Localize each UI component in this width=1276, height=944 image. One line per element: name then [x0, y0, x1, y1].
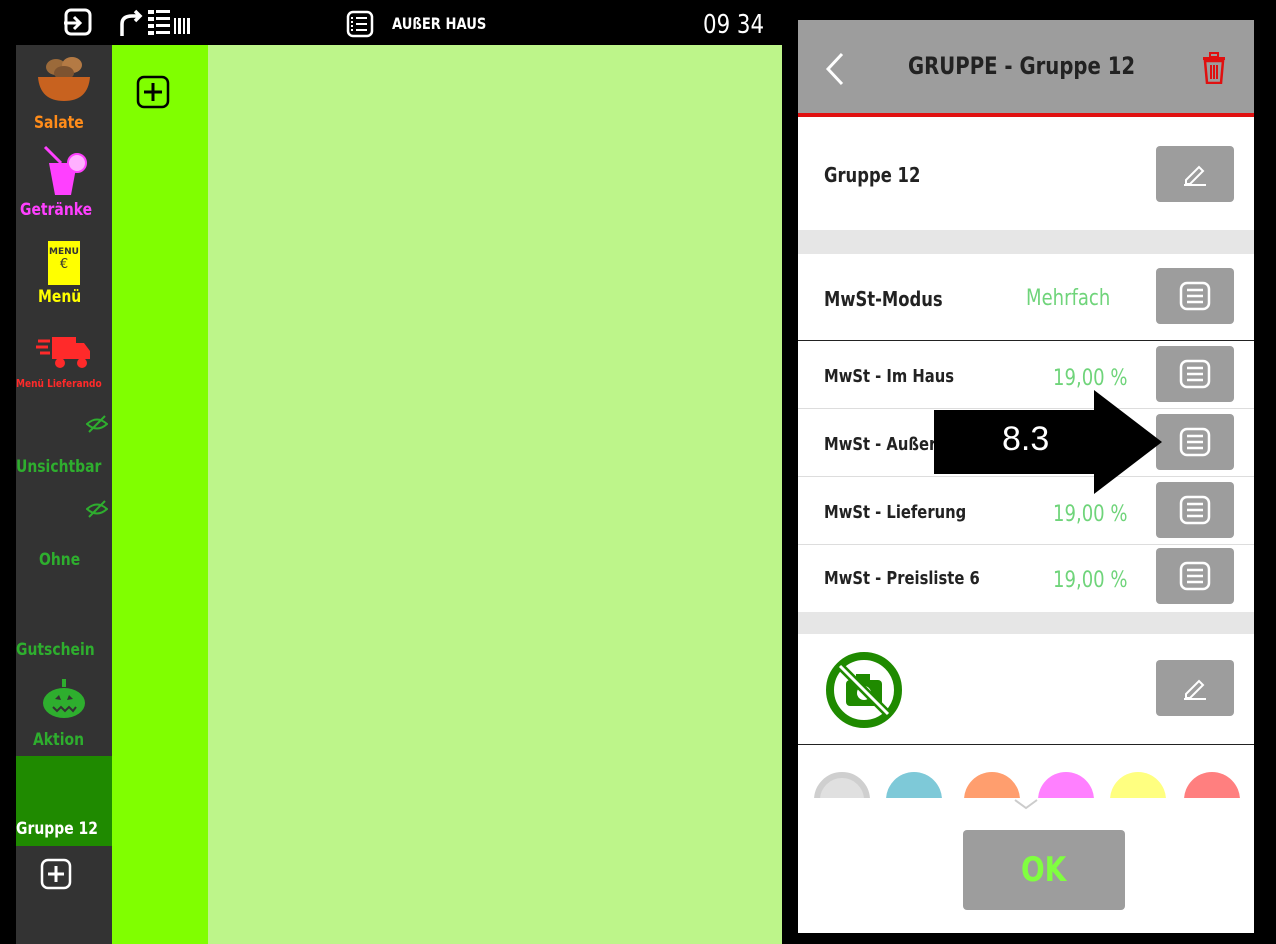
category-gutschein[interactable]: Gutschein	[16, 640, 112, 660]
add-item-button[interactable]	[136, 75, 170, 113]
hidden-eye-icon	[85, 415, 109, 437]
plus-icon	[40, 858, 72, 890]
color-swatch[interactable]	[1184, 772, 1240, 798]
tax-row-list-button[interactable]	[1156, 346, 1234, 402]
category-getraenke-label: Getränke	[20, 200, 93, 220]
item-column	[112, 45, 208, 944]
menu-card-icon: MENU €	[48, 237, 80, 285]
tax-row-list-button[interactable]	[1156, 482, 1234, 538]
dialog-header: GRUPPE - Gruppe 12	[798, 20, 1254, 117]
order-mode-label: AUßER HAUS	[392, 14, 487, 33]
color-swatch[interactable]	[1110, 772, 1166, 798]
ok-button[interactable]: OK	[963, 830, 1125, 910]
drink-icon	[43, 145, 87, 195]
tax-row-label: MwSt - Preisliste 6	[824, 568, 980, 589]
category-ohne[interactable]: Ohne	[16, 550, 112, 570]
tax-row-value: 19,00 %	[1053, 568, 1128, 593]
category-menue[interactable]: MENU €	[16, 237, 112, 285]
tax-row-label: MwSt - Lieferung	[824, 502, 967, 523]
section-divider	[798, 612, 1254, 634]
edit-image-button[interactable]	[1156, 660, 1234, 716]
category-unsichtbar[interactable]: Unsichtbar	[16, 457, 112, 477]
list-icon	[1179, 359, 1211, 389]
category-gruppe-12[interactable]: Gruppe 12	[16, 819, 112, 839]
pencil-icon	[1184, 679, 1206, 700]
delivery-truck-icon	[36, 337, 90, 368]
tax-row-value: 19,00 %	[1053, 366, 1128, 391]
category-menue-lieferando[interactable]	[16, 333, 112, 373]
plus-icon	[136, 75, 170, 109]
category-aktion-label: Aktion	[32, 730, 84, 750]
category-aktion[interactable]	[16, 679, 112, 723]
category-salate-label: Salate	[33, 113, 84, 133]
add-category-button[interactable]	[40, 858, 72, 894]
order-list-icon[interactable]	[346, 10, 374, 42]
edit-name-button[interactable]	[1156, 146, 1234, 202]
list-icon	[1179, 495, 1211, 525]
category-menue-lieferando-label: Menü Lieferando	[16, 377, 102, 390]
divider	[798, 340, 1254, 341]
annotation-label: 8.3	[1002, 420, 1050, 458]
divider	[798, 744, 1254, 745]
top-bar: AUßER HAUS 09 34	[0, 0, 790, 45]
hidden-eye-icon	[85, 500, 109, 522]
category-salate[interactable]	[16, 53, 112, 109]
mwst-mode-value: Mehrfach	[1026, 286, 1111, 311]
category-sidebar: Salate Getränke MENU € Menü Menü Liefera…	[16, 45, 112, 944]
category-getraenke[interactable]	[16, 145, 112, 201]
tax-row-label: MwSt - Im Haus	[824, 366, 955, 387]
pumpkin-icon	[43, 679, 85, 718]
pencil-icon	[1184, 165, 1206, 186]
item-grid-area	[208, 45, 782, 944]
group-name: Gruppe 12	[824, 163, 921, 187]
color-swatch-selected[interactable]	[814, 772, 870, 798]
mwst-mode-label: MwSt-Modus	[824, 287, 943, 311]
annotation-arrow: 8.3	[934, 390, 1164, 494]
list-icon	[1179, 427, 1211, 457]
tax-row-list-button[interactable]	[1156, 414, 1234, 470]
dialog-title: GRUPPE - Gruppe 12	[908, 52, 1136, 80]
category-menue-label: Menü	[37, 287, 81, 307]
list-icon	[1179, 561, 1211, 591]
tax-row-list-button[interactable]	[1156, 548, 1234, 604]
forward-order-icon[interactable]	[118, 6, 196, 44]
color-swatch[interactable]	[886, 772, 942, 798]
mwst-mode-list-button[interactable]	[1156, 268, 1234, 324]
divider	[798, 544, 1254, 545]
tax-row-value: 19,00 %	[1053, 502, 1128, 527]
chevron-down-icon	[1013, 795, 1039, 814]
section-divider	[798, 230, 1254, 254]
no-image-icon	[824, 650, 904, 734]
clock: 09 34	[703, 10, 765, 40]
trash-icon[interactable]	[1202, 52, 1226, 88]
color-swatch[interactable]	[1038, 772, 1094, 798]
list-icon	[1179, 281, 1211, 311]
color-swatch[interactable]	[964, 772, 1020, 798]
salad-bowl-icon	[38, 57, 90, 101]
logout-icon[interactable]	[62, 6, 96, 44]
color-picker	[798, 760, 1254, 798]
back-chevron-icon[interactable]	[824, 52, 846, 90]
